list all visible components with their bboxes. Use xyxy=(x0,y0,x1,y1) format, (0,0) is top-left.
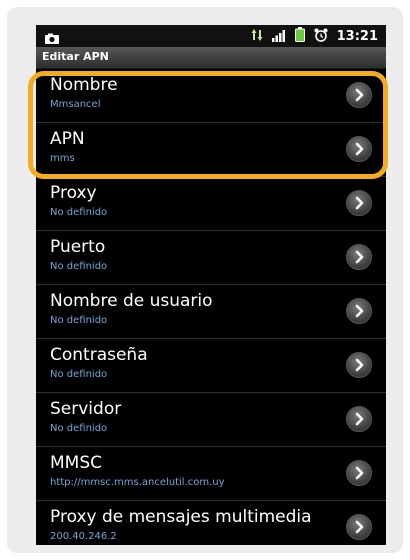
setting-title: Servidor xyxy=(50,399,122,419)
setting-row-nombre-de-usuario[interactable]: Nombre de usuario No definido xyxy=(36,285,386,339)
chevron-right-icon[interactable] xyxy=(346,298,372,324)
setting-row-servidor[interactable]: Servidor No definido xyxy=(36,393,386,447)
setting-title: Nombre de usuario xyxy=(50,291,213,311)
status-bar: 13:21 xyxy=(36,25,386,47)
chevron-right-icon[interactable] xyxy=(346,352,372,378)
setting-title: MMSC xyxy=(50,453,102,473)
setting-row-nombre[interactable]: Nombre Mmsancel xyxy=(36,69,386,123)
chevron-right-icon[interactable] xyxy=(346,190,372,216)
chevron-right-icon[interactable] xyxy=(346,406,372,432)
chevron-right-icon[interactable] xyxy=(346,82,372,108)
setting-value: 200.40.246.2 xyxy=(50,531,117,542)
chevron-right-icon[interactable] xyxy=(346,244,372,270)
setting-row-proxy-de-mensajes-multimedia[interactable]: Proxy de mensajes multimedia 200.40.246.… xyxy=(36,501,386,545)
setting-title: Puerto xyxy=(50,237,106,257)
setting-title: Proxy xyxy=(50,183,97,203)
status-icons: 13:21 xyxy=(251,26,378,46)
setting-title: APN xyxy=(50,129,85,149)
setting-value: No definido xyxy=(50,423,108,434)
setting-row-puerto[interactable]: Puerto No definido xyxy=(36,231,386,285)
page-title: Editar APN xyxy=(42,50,109,63)
setting-value: No definido xyxy=(50,369,108,380)
setting-value: http://mmsc.mms.ancelutil.com.uy xyxy=(50,477,225,488)
phone-screen: 13:21 Editar APN Nombre Mmsancel APN mms… xyxy=(36,25,386,545)
setting-value: No definido xyxy=(50,207,108,218)
setting-value: No definido xyxy=(50,315,108,326)
setting-row-contrasena[interactable]: Contraseña No definido xyxy=(36,339,386,393)
setting-title: Nombre xyxy=(50,75,118,95)
chevron-right-icon[interactable] xyxy=(346,460,372,486)
setting-title: Contraseña xyxy=(50,345,148,365)
setting-row-proxy[interactable]: Proxy No definido xyxy=(36,177,386,231)
setting-row-apn[interactable]: APN mms xyxy=(36,123,386,177)
alarm-icon xyxy=(314,27,328,46)
title-bar: Editar APN xyxy=(36,47,386,69)
setting-value: Mmsancel xyxy=(50,99,101,110)
setting-title: Proxy de mensajes multimedia xyxy=(50,507,312,527)
data-arrows-icon xyxy=(251,27,263,46)
chevron-right-icon[interactable] xyxy=(346,514,372,540)
apn-settings-list: Nombre Mmsancel APN mms Proxy No definid… xyxy=(36,69,386,545)
status-time: 13:21 xyxy=(336,28,378,44)
setting-value: mms xyxy=(50,153,75,164)
camera-icon xyxy=(44,30,60,44)
setting-row-mmsc[interactable]: MMSC http://mmsc.mms.ancelutil.com.uy xyxy=(36,447,386,501)
setting-value: No definido xyxy=(50,261,108,272)
chevron-right-icon[interactable] xyxy=(346,136,372,162)
battery-icon xyxy=(294,26,305,46)
signal-icon xyxy=(271,27,286,46)
